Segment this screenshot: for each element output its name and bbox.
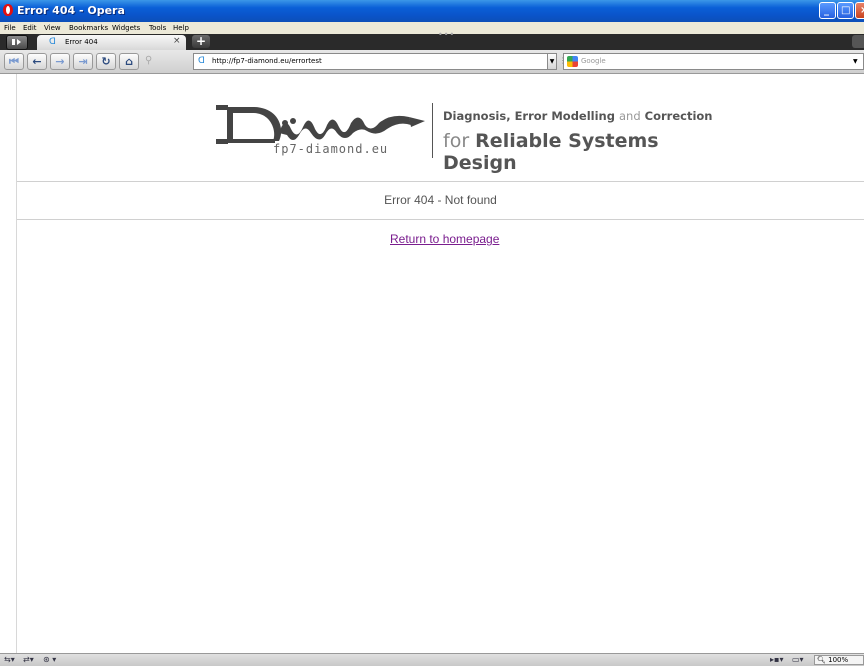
tab-bar-grip-icon: ••• <box>438 30 456 39</box>
menu-help[interactable]: Help <box>173 22 189 34</box>
brand-divider <box>432 103 433 158</box>
forward-arrow-icon: → <box>55 55 65 68</box>
unite-icon[interactable]: ⇄▾ <box>23 654 34 666</box>
tab-bar: ᗡ Error 404 × + ••• <box>0 30 864 50</box>
tab-error-404[interactable]: ᗡ Error 404 × <box>37 35 186 50</box>
opera-logo-icon <box>3 4 13 16</box>
address-bar[interactable]: ᗡ http://fp7-diamond.eu/errortest <box>193 53 549 70</box>
menu-view[interactable]: View <box>44 22 61 34</box>
home-icon: ⌂ <box>125 55 133 68</box>
zoom-magnifier-icon: 🔍︎ <box>817 656 826 664</box>
address-dropdown-button[interactable]: ▼ <box>547 53 557 70</box>
logo-domain-text: fp7-diamond.eu <box>273 142 389 156</box>
brand-tagline-line2: for Reliable Systems Design <box>443 130 713 174</box>
tagline-part: for <box>443 130 470 152</box>
rewind-icon: ⏮ <box>9 55 19 68</box>
divider <box>17 219 864 220</box>
forward-button[interactable]: → <box>50 53 70 70</box>
back-button[interactable]: ← <box>27 53 47 70</box>
images-toggle-icon[interactable]: ▭▾ <box>792 654 804 666</box>
sync-icon[interactable]: ⇆▾ <box>4 654 15 666</box>
page-favicon-icon: ᗡ <box>49 37 56 47</box>
zoom-control[interactable]: 🔍︎ 100% <box>814 655 864 665</box>
page-content: fp7-diamond.eu Diagnosis, Error Modellin… <box>17 74 864 653</box>
tagline-part: Diagnosis, Error Modelling <box>443 109 615 123</box>
rewind-button[interactable]: ⏮ <box>4 53 24 70</box>
navigation-bar: ⏮ ← → ⇥ ↻ ⌂ ⚲ ᗡ http://fp7-diamond.eu/er… <box>0 50 864 74</box>
reload-button[interactable]: ↻ <box>96 53 116 70</box>
close-icon: × <box>860 3 864 18</box>
site-header: fp7-diamond.eu Diagnosis, Error Modellin… <box>213 99 713 174</box>
error-message: Error 404 - Not found <box>384 193 497 207</box>
search-input[interactable]: Google <box>581 57 606 66</box>
panel-toggle-button[interactable] <box>6 35 28 50</box>
status-bar: ⇆▾ ⇄▾ ⊛ ▾ ▸▪▾ ▭▾ 🔍︎ 100% <box>0 653 864 666</box>
trash-icon[interactable] <box>852 35 864 48</box>
new-tab-button[interactable]: + <box>192 35 210 48</box>
close-window-button[interactable]: × <box>855 2 864 19</box>
view-mode-icon[interactable]: ▸▪▾ <box>770 654 783 666</box>
window-title: Error 404 - Opera <box>17 4 125 17</box>
fast-forward-button[interactable]: ⇥ <box>73 53 93 70</box>
tab-title: Error 404 <box>65 38 98 46</box>
back-arrow-icon: ← <box>32 55 42 68</box>
maximize-icon: □ <box>841 5 851 16</box>
menu-bar: File Edit View Bookmarks Widgets Tools H… <box>0 22 864 34</box>
tagline-part: and <box>618 109 641 123</box>
search-field[interactable]: Google ▼ <box>563 53 864 70</box>
return-home-link[interactable]: Return to homepage <box>390 232 499 246</box>
maximize-button[interactable]: □ <box>837 2 854 19</box>
divider <box>17 181 864 182</box>
zoom-level: 100% <box>828 656 849 664</box>
tagline-part: Reliable Systems Design <box>443 130 659 174</box>
search-dropdown-icon[interactable]: ▼ <box>853 58 858 65</box>
google-logo-icon[interactable] <box>567 56 578 67</box>
site-favicon-icon: ᗡ <box>198 56 205 66</box>
minimize-icon: _ <box>824 5 829 16</box>
menu-widgets[interactable]: Widgets <box>112 22 140 34</box>
turbo-icon[interactable]: ⊛ ▾ <box>43 654 56 666</box>
tagline-part: Correction <box>644 109 713 123</box>
panel-edge <box>0 74 17 653</box>
security-icon: ⚲ <box>145 55 153 66</box>
title-bar: Error 404 - Opera _ □ × <box>0 0 864 22</box>
menu-file[interactable]: File <box>4 22 16 34</box>
menu-tools[interactable]: Tools <box>149 22 166 34</box>
minimize-button[interactable]: _ <box>819 2 836 19</box>
brand-tagline-line1: Diagnosis, Error Modelling and Correctio… <box>443 109 712 123</box>
menu-bookmarks[interactable]: Bookmarks <box>69 22 108 34</box>
menu-edit[interactable]: Edit <box>23 22 37 34</box>
fast-forward-icon: ⇥ <box>78 55 88 68</box>
url-input[interactable]: http://fp7-diamond.eu/errortest <box>212 57 322 66</box>
tab-close-icon[interactable]: × <box>173 37 181 46</box>
reload-icon: ↻ <box>101 55 111 68</box>
home-button[interactable]: ⌂ <box>119 53 139 70</box>
